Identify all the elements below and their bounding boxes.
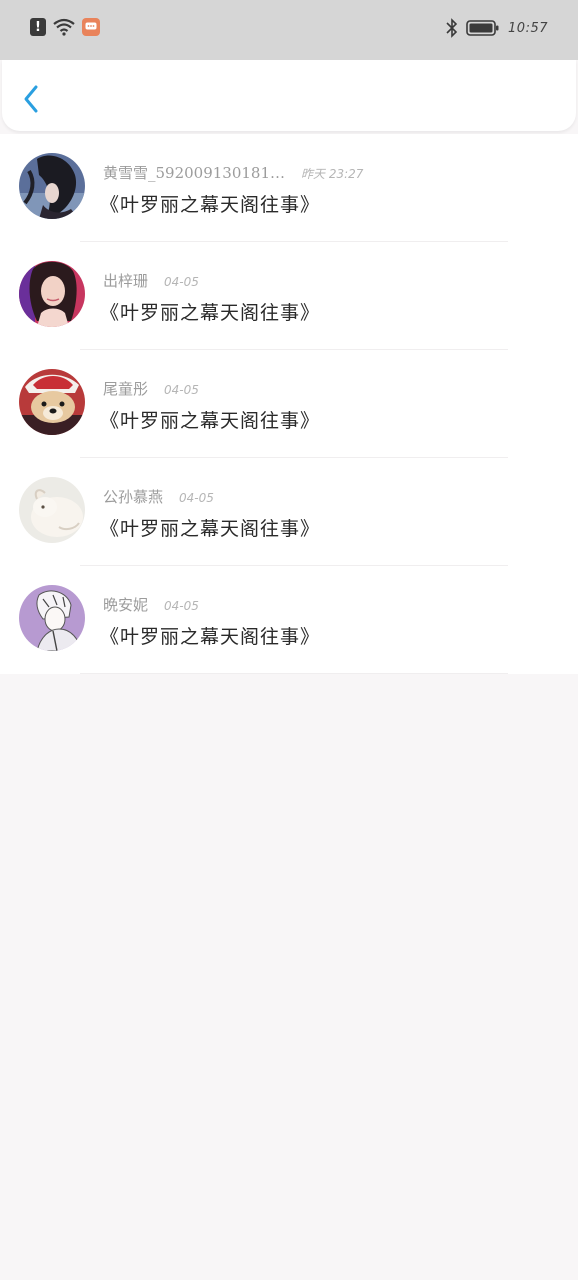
comment-meta: 晩安妮 04-05: [103, 594, 199, 615]
comment-text: 《叶罗丽之幕天阁往事》: [100, 302, 321, 324]
battery-icon: [466, 20, 499, 36]
list-item[interactable]: 公孙慕燕 04-05 《叶罗丽之幕天阁往事》: [0, 458, 578, 566]
comment-text: 《叶罗丽之幕天阁往事》: [100, 518, 321, 540]
comment-time: 04-05: [164, 275, 199, 289]
alert-icon: !: [30, 18, 46, 36]
chevron-left-icon: [24, 85, 38, 113]
comment-meta: 公孙慕燕 04-05: [103, 486, 214, 507]
avatar[interactable]: [19, 585, 85, 651]
wifi-icon: [53, 18, 75, 36]
message-notification-icon: [82, 18, 100, 36]
avatar[interactable]: [19, 153, 85, 219]
bluetooth-icon: [446, 18, 458, 38]
avatar[interactable]: [19, 261, 85, 327]
comment-meta: 出梓珊 04-05: [103, 270, 199, 291]
status-icons-right: 10:57: [446, 18, 548, 38]
avatar[interactable]: [19, 477, 85, 543]
divider: [80, 673, 508, 674]
commenter-name[interactable]: 出梓珊: [103, 270, 148, 291]
commenter-name[interactable]: 公孙慕燕: [103, 486, 163, 507]
comment-time: 04-05: [164, 383, 199, 397]
list-item[interactable]: 出梓珊 04-05 《叶罗丽之幕天阁往事》: [0, 242, 578, 350]
list-item[interactable]: 黄雪雪_592009130181… 昨天 23:27 《叶罗丽之幕天阁往事》: [0, 134, 578, 242]
comment-text: 《叶罗丽之幕天阁往事》: [100, 626, 321, 648]
comment-time: 04-05: [179, 491, 214, 505]
status-bar: ! 10:57: [0, 0, 578, 60]
top-nav-bar: [2, 60, 576, 131]
comment-time: 04-05: [164, 599, 199, 613]
comment-meta: 尾童彤 04-05: [103, 378, 199, 399]
commenter-name[interactable]: 尾童彤: [103, 378, 148, 399]
comment-text: 《叶罗丽之幕天阁往事》: [100, 410, 321, 432]
comment-meta: 黄雪雪_592009130181… 昨天 23:27: [103, 162, 363, 183]
comment-time: 昨天 23:27: [301, 167, 364, 181]
avatar[interactable]: [19, 369, 85, 435]
list-item[interactable]: 晩安妮 04-05 《叶罗丽之幕天阁往事》: [0, 566, 578, 674]
commenter-name[interactable]: 黄雪雪_592009130181…: [103, 162, 285, 183]
commenter-name[interactable]: 晩安妮: [103, 594, 148, 615]
status-time: 10:57: [508, 20, 548, 36]
comment-list: 黄雪雪_592009130181… 昨天 23:27 《叶罗丽之幕天阁往事》 出…: [0, 134, 578, 674]
list-item[interactable]: 尾童彤 04-05 《叶罗丽之幕天阁往事》: [0, 350, 578, 458]
status-icons-left: !: [30, 18, 100, 36]
back-button[interactable]: [16, 82, 46, 116]
comment-text: 《叶罗丽之幕天阁往事》: [100, 194, 321, 216]
